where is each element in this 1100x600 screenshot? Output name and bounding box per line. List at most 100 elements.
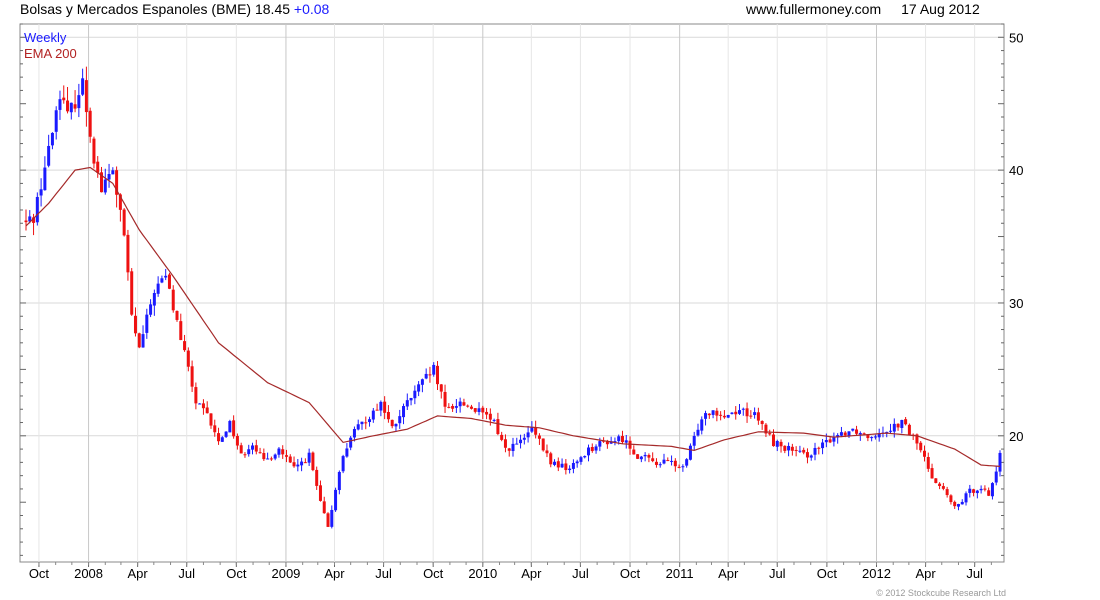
candle-body bbox=[590, 447, 594, 452]
candle-body bbox=[922, 450, 926, 457]
candle-body bbox=[311, 452, 315, 471]
candle-body bbox=[330, 509, 334, 527]
candle-body bbox=[337, 471, 341, 491]
candle-body bbox=[417, 384, 421, 392]
candle-body bbox=[896, 423, 900, 428]
x-tick-label: 2008 bbox=[74, 566, 103, 581]
candle-body bbox=[217, 433, 221, 442]
candle-body bbox=[73, 104, 77, 109]
candle-body bbox=[866, 434, 870, 439]
candle-body bbox=[186, 350, 190, 367]
candle-body bbox=[934, 478, 938, 483]
candle-body bbox=[560, 463, 564, 468]
candle-body bbox=[972, 489, 976, 493]
candle-body bbox=[405, 400, 409, 407]
candle-body bbox=[349, 437, 353, 448]
candle-body bbox=[496, 419, 500, 435]
candle-body bbox=[81, 78, 85, 95]
candle-body bbox=[62, 97, 66, 101]
candle-body bbox=[900, 419, 904, 428]
candle-body bbox=[390, 419, 394, 427]
candle-body bbox=[96, 161, 100, 173]
candle-body bbox=[383, 401, 387, 413]
candle-body bbox=[473, 408, 477, 412]
x-tick-label: Apr bbox=[324, 566, 345, 581]
candle-body bbox=[677, 466, 681, 468]
candle-body bbox=[466, 405, 470, 407]
candle-body bbox=[307, 452, 311, 463]
candle-body bbox=[579, 457, 583, 462]
candle-body bbox=[575, 461, 579, 464]
candle-body bbox=[889, 430, 893, 432]
candle-body bbox=[88, 110, 92, 137]
candle-body bbox=[617, 436, 621, 442]
candle-body bbox=[873, 436, 877, 438]
x-tick-label: Jul bbox=[966, 566, 983, 581]
candle-body bbox=[239, 445, 243, 454]
candle-body bbox=[156, 283, 160, 294]
candle-body bbox=[469, 406, 473, 409]
candle-body bbox=[201, 403, 205, 409]
candle-body bbox=[183, 341, 187, 351]
candle-body bbox=[722, 415, 726, 418]
candle-body bbox=[334, 489, 338, 511]
candle-body bbox=[481, 407, 485, 413]
candle-body bbox=[594, 446, 598, 451]
candle-body bbox=[662, 459, 666, 464]
candle-body bbox=[870, 437, 874, 439]
candle-body bbox=[639, 456, 643, 460]
candle-body bbox=[171, 289, 175, 311]
copyright: © 2012 Stockcube Research Ltd bbox=[876, 588, 1006, 598]
candle-body bbox=[802, 449, 806, 453]
candle-body bbox=[398, 416, 402, 424]
candle-body bbox=[760, 421, 764, 425]
candle-body bbox=[938, 483, 942, 487]
legend-weekly: Weekly bbox=[24, 30, 67, 45]
candle-body bbox=[409, 397, 413, 401]
candle-body bbox=[522, 437, 526, 440]
candle-body bbox=[968, 488, 972, 493]
candle-body bbox=[843, 432, 847, 436]
candle-body bbox=[262, 453, 266, 460]
candle-body bbox=[318, 485, 322, 501]
candle-body bbox=[133, 315, 137, 334]
candle-body bbox=[503, 439, 507, 448]
candle-body bbox=[960, 501, 964, 505]
candle-body bbox=[624, 440, 628, 443]
candle-body bbox=[666, 460, 670, 462]
candle-body bbox=[673, 460, 677, 467]
x-tick-label: Jul bbox=[572, 566, 589, 581]
y-tick-label: 40 bbox=[1009, 163, 1023, 178]
candle-body bbox=[258, 452, 262, 454]
candle-body bbox=[620, 436, 624, 443]
candle-body bbox=[862, 433, 866, 435]
candle-body bbox=[975, 490, 979, 494]
candle-body bbox=[179, 321, 183, 341]
candle-body bbox=[824, 439, 828, 443]
candle-body bbox=[439, 384, 443, 392]
candle-body bbox=[904, 419, 908, 425]
candle-body bbox=[341, 456, 345, 472]
candle-body bbox=[296, 464, 300, 467]
candle-body bbox=[647, 454, 651, 458]
candle-body bbox=[851, 428, 855, 431]
candle-body bbox=[145, 314, 149, 333]
candle-body bbox=[485, 411, 489, 415]
x-tick-label: Apr bbox=[915, 566, 936, 581]
candle-body bbox=[598, 441, 602, 447]
candle-body bbox=[571, 462, 575, 469]
candle-body bbox=[402, 406, 406, 418]
candle-body bbox=[122, 209, 126, 236]
candle-body bbox=[368, 419, 372, 423]
x-tick-label: Oct bbox=[423, 566, 444, 581]
candle-body bbox=[303, 462, 307, 464]
candle-body bbox=[556, 461, 560, 468]
candle-body bbox=[213, 425, 217, 433]
candle-body bbox=[719, 414, 723, 416]
candle-body bbox=[35, 196, 39, 223]
candle-body bbox=[103, 179, 107, 193]
candle-body bbox=[756, 412, 760, 421]
candle-body bbox=[930, 468, 934, 479]
candle-body bbox=[284, 455, 288, 457]
candle-body bbox=[266, 458, 270, 460]
